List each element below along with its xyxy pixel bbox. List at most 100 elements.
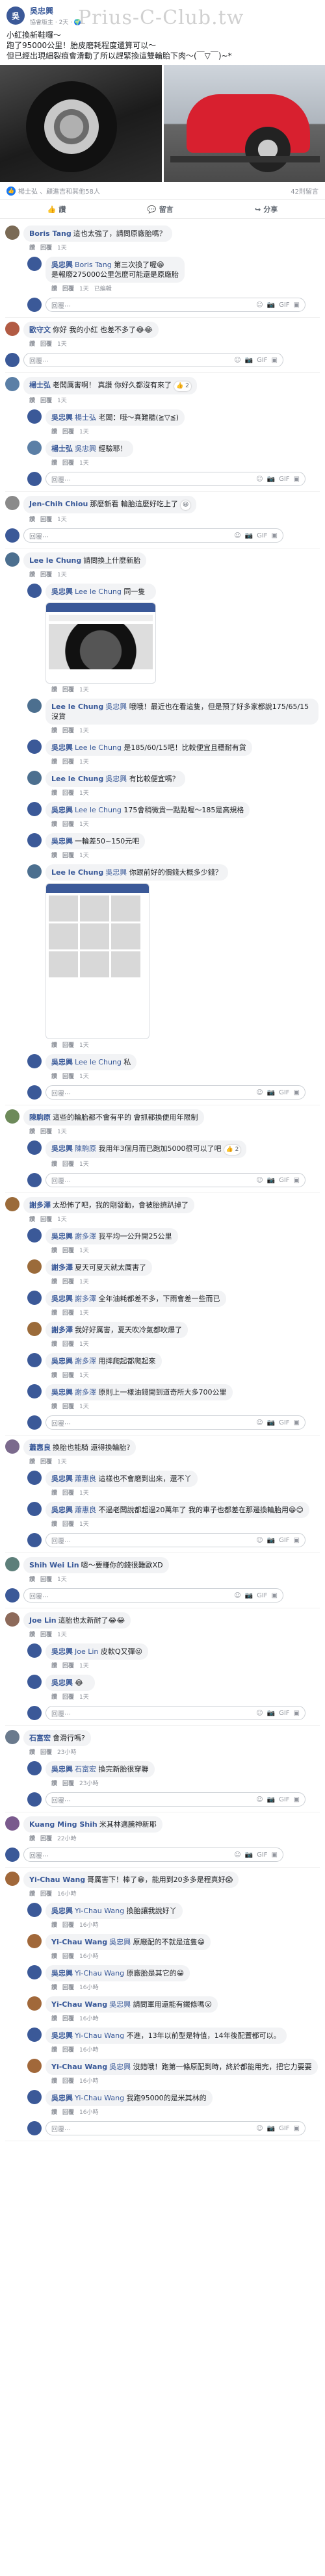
commenter-name[interactable]: Jen-Chih Chiou (29, 500, 88, 508)
camera-icon[interactable]: 📷 (245, 1592, 253, 1599)
comment-time[interactable]: 1天 (57, 1575, 67, 1583)
mention-tag[interactable]: 吳忠興 (105, 868, 127, 877)
commenter-name[interactable]: 吳忠興 (51, 261, 73, 269)
comment-time[interactable]: 1天 (79, 1692, 89, 1701)
mention-tag[interactable]: 吳忠興 (109, 1938, 131, 1946)
commenter-avatar[interactable]: Lee le Chung (27, 699, 42, 713)
gif-icon[interactable]: GIF (279, 2125, 289, 2132)
commenter-avatar[interactable]: 吳忠興 (27, 833, 42, 847)
mention-tag[interactable]: 謝多澤 (75, 1294, 96, 1303)
comment-like-link[interactable]: 讚 (51, 2014, 57, 2022)
camera-icon[interactable]: 📷 (267, 476, 275, 483)
commenter-name[interactable]: Kuang Ming Shih (29, 1820, 98, 1829)
camera-icon[interactable]: 📷 (267, 1796, 275, 1803)
commenter-avatar[interactable]: 吳忠興 (27, 2090, 42, 2104)
comment-reply-link[interactable]: 回覆 (62, 1072, 74, 1080)
comment-like-link[interactable]: 讚 (51, 458, 57, 467)
gif-icon[interactable]: GIF (279, 1419, 289, 1426)
comment-reply-link[interactable]: 回覆 (62, 1277, 74, 1285)
comment-reply-link[interactable]: 回覆 (62, 1920, 74, 1929)
comment-reply-link[interactable]: 回覆 (62, 1159, 74, 1168)
comment-time[interactable]: 1天 (79, 1040, 89, 1049)
emoji-icon[interactable]: ☺ (256, 476, 263, 483)
emoji-icon[interactable]: ☺ (256, 1796, 263, 1803)
comment-reply-link[interactable]: 回覆 (40, 339, 52, 348)
comment-time[interactable]: 16小時 (57, 1889, 76, 1898)
sticker-icon[interactable]: ▣ (272, 532, 278, 539)
comment-like-link[interactable]: 讚 (29, 1127, 35, 1135)
comment-like-link[interactable]: 讚 (29, 1630, 35, 1638)
comment-time[interactable]: 1天 (79, 819, 89, 828)
commenter-name[interactable]: Yi-Chau Wang (51, 2063, 107, 2071)
sticker-icon[interactable]: ▣ (294, 476, 300, 483)
comment-like-link[interactable]: 讚 (51, 1246, 57, 1254)
mention-tag[interactable]: Lee le Chung (75, 1058, 122, 1066)
commenter-avatar[interactable]: Yi-Chau Wang (27, 1996, 42, 2011)
comment-time[interactable]: 16小時 (79, 2076, 98, 2085)
reply-input[interactable]: 回覆⋯ ☺ 📷 GIF ▣ (46, 298, 306, 312)
emoji-icon[interactable]: ☺ (256, 1089, 263, 1096)
comment-like-link[interactable]: 讚 (51, 1040, 57, 1049)
commenter-avatar[interactable]: Yi-Chau Wang (27, 1934, 42, 1948)
sticker-icon[interactable]: ▣ (294, 1089, 300, 1096)
camera-icon[interactable]: 📷 (267, 1537, 275, 1544)
mention-tag[interactable]: 蕭惠良 (75, 1475, 96, 1483)
emoji-icon[interactable]: ☺ (256, 1419, 263, 1426)
gif-icon[interactable]: GIF (279, 1177, 289, 1184)
comment-reply-link[interactable]: 回覆 (40, 1630, 52, 1638)
commenter-name[interactable]: Lee le Chung (51, 868, 103, 877)
commenter-avatar[interactable]: 吳忠興 (27, 584, 42, 598)
mention-tag[interactable]: Yi-Chau Wang (75, 1907, 124, 1915)
comment-like-link[interactable]: 讚 (51, 1371, 57, 1379)
comment-reply-link[interactable]: 回覆 (40, 1215, 52, 1223)
comment-reaction-count[interactable]: 👍 2 (174, 381, 191, 391)
commenter-name[interactable]: 吳忠興 (51, 1388, 73, 1397)
comment-like-link[interactable]: 讚 (29, 243, 35, 251)
camera-icon[interactable]: 📷 (267, 1177, 275, 1184)
commenter-avatar[interactable]: 吳忠興 (27, 1502, 42, 1516)
comment-time[interactable]: 1天 (79, 1339, 89, 1348)
sticker-icon[interactable]: ▣ (294, 1537, 300, 1544)
comment-reply-link[interactable]: 回覆 (62, 2014, 74, 2022)
comment-like-link[interactable]: 讚 (51, 1661, 57, 1669)
comment-like-link[interactable]: 讚 (51, 1339, 57, 1348)
comment-button[interactable]: 💬 留言 (148, 204, 174, 214)
commenter-name[interactable]: 吳忠興 (51, 1144, 73, 1153)
reply-input[interactable]: 回覆⋯ ☺ 📷 GIF ▣ (46, 472, 306, 486)
commenter-avatar[interactable]: Yi-Chau Wang (27, 2059, 42, 2073)
commenter-avatar[interactable]: 吳忠興 (27, 1903, 42, 1917)
comment-reply-link[interactable]: 回覆 (40, 1834, 52, 1842)
mention-tag[interactable]: 吳忠興 (109, 2063, 131, 2071)
comment-reply-link[interactable]: 回覆 (62, 1040, 74, 1049)
emoji-icon[interactable]: ☺ (234, 1851, 240, 1859)
commenter-avatar[interactable]: 吳忠興 (27, 1291, 42, 1305)
reaction-summary[interactable]: 👍 楊士弘 、顧進吉和其他58人 (6, 186, 100, 196)
mention-tag[interactable]: Lee le Chung (75, 743, 122, 752)
camera-icon[interactable]: 📷 (245, 357, 253, 364)
comment-reply-link[interactable]: 回覆 (40, 1127, 52, 1135)
commenter-avatar[interactable]: 吳忠興 (27, 409, 42, 424)
reply-input[interactable]: 回覆⋯ ☺ 📷 GIF ▣ (46, 1533, 306, 1547)
mention-tag[interactable]: 楊士弘 (75, 413, 96, 422)
comment-like-link[interactable]: 讚 (51, 1779, 57, 1787)
commenter-avatar[interactable]: 吳忠興 (27, 1471, 42, 1485)
commenter-name[interactable]: 謝多澤 (51, 1263, 73, 1272)
emoji-icon[interactable]: ☺ (234, 357, 240, 364)
comment-time[interactable]: 16小時 (79, 2014, 98, 2022)
sticker-icon[interactable]: ▣ (272, 1592, 278, 1599)
comment-count[interactable]: 42則留言 (291, 186, 318, 196)
comment-like-link[interactable]: 讚 (51, 1983, 57, 1991)
gif-icon[interactable]: GIF (279, 1796, 289, 1803)
gif-icon[interactable]: GIF (257, 532, 267, 539)
author-avatar[interactable]: 吳 (6, 6, 25, 25)
comment-like-link[interactable]: 讚 (51, 427, 57, 435)
comment-reply-link[interactable]: 回覆 (40, 1747, 52, 1756)
gif-icon[interactable]: GIF (257, 357, 267, 364)
commenter-name[interactable]: Yi-Chau Wang (51, 2000, 107, 2009)
commenter-avatar[interactable]: 蕭惠良 (5, 1439, 20, 1454)
comment-time[interactable]: 1天 (57, 1457, 67, 1465)
sticker-icon[interactable]: ▣ (294, 1177, 300, 1184)
commenter-avatar[interactable]: 謝多澤 (27, 1259, 42, 1274)
mention-tag[interactable]: Yi-Chau Wang (75, 1969, 124, 1977)
commenter-avatar[interactable]: 吳忠興 (27, 1353, 42, 1367)
